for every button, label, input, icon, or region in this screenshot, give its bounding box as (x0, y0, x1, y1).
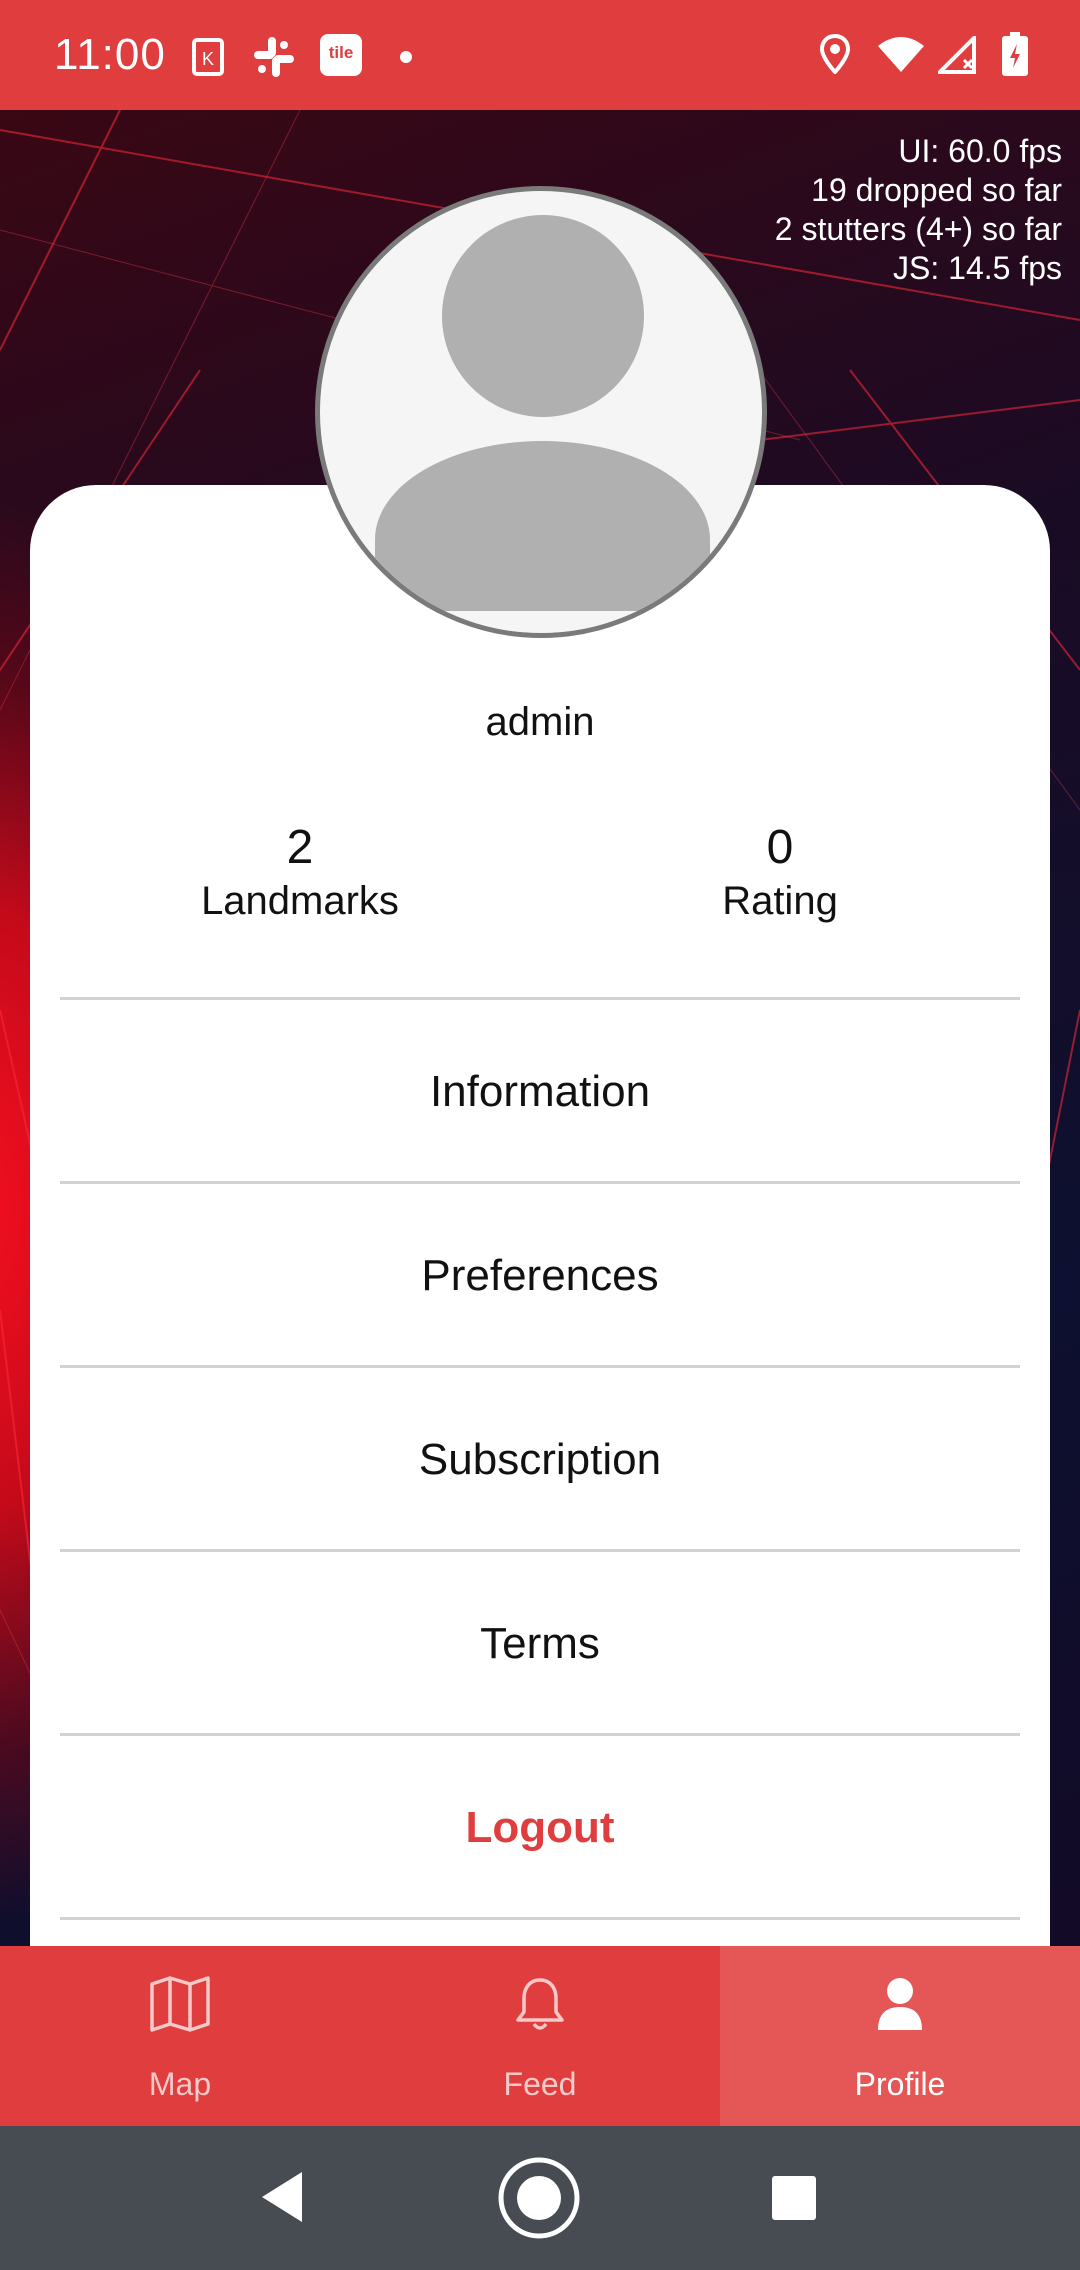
status-time: 11:00 (54, 30, 166, 79)
menu-item-label: Logout (465, 1802, 615, 1852)
stat-landmarks-label: Landmarks (201, 879, 399, 923)
tab-profile-label: Profile (854, 2066, 946, 2102)
menu-item-information[interactable]: Information (60, 997, 1020, 1183)
fps-dropped: 19 dropped so far (811, 172, 1062, 208)
menu-item-terms[interactable]: Terms (60, 1549, 1020, 1735)
avatar-head-shape (442, 215, 644, 417)
menu-item-label: Terms (480, 1618, 600, 1668)
person-icon (876, 1976, 924, 2037)
username: admin (485, 700, 595, 744)
kindle-icon: K (192, 38, 224, 81)
avatar-body-shape (375, 441, 710, 633)
stat-rating-value: 0 (766, 821, 794, 874)
logout-button[interactable]: Logout (60, 1733, 1020, 1919)
menu-divider (60, 1917, 1020, 1920)
menu-item-label: Preferences (421, 1250, 659, 1300)
fps-ui: UI: 60.0 fps (898, 133, 1062, 169)
wifi-icon (876, 36, 926, 79)
stat-rating: 0 Rating (630, 820, 930, 926)
status-bar: 11:00 K tile (0, 0, 1080, 110)
bottom-tab-bar: Map Feed Profile (0, 1946, 1080, 2126)
bell-icon (515, 1976, 565, 2039)
fps-stutters: 2 stutters (4+) so far (774, 211, 1062, 247)
svg-text:K: K (202, 49, 214, 69)
dot-icon (400, 50, 412, 68)
tab-feed[interactable]: Feed (360, 1946, 720, 2126)
fps-js: JS: 14.5 fps (893, 250, 1062, 286)
battery-icon (1002, 32, 1028, 81)
recents-icon[interactable] (770, 2174, 818, 2227)
tab-map-label: Map (148, 2066, 212, 2102)
tile-icon: tile (320, 34, 362, 81)
menu-item-label: Information (429, 1066, 651, 1116)
tab-map[interactable]: Map (0, 1946, 360, 2126)
menu-item-subscription[interactable]: Subscription (60, 1365, 1020, 1551)
stat-landmarks-value: 2 (286, 821, 314, 874)
tile-icon-label: tile (328, 43, 354, 62)
slack-icon (252, 35, 296, 84)
fps-overlay: UI: 60.0 fps 19 dropped so far 2 stutter… (775, 132, 1062, 288)
home-icon[interactable] (497, 2156, 581, 2245)
stat-rating-label: Rating (722, 879, 838, 923)
avatar[interactable] (315, 186, 767, 638)
location-icon (819, 33, 851, 79)
menu-item-preferences[interactable]: Preferences (60, 1181, 1020, 1367)
map-icon (149, 1976, 211, 2037)
menu-item-label: Subscription (418, 1434, 662, 1484)
stat-landmarks: 2 Landmarks (150, 820, 450, 926)
signal-icon (935, 33, 978, 79)
tab-feed-label: Feed (503, 2066, 577, 2102)
tab-profile[interactable]: Profile (720, 1946, 1080, 2126)
system-nav-bar (0, 2126, 1080, 2270)
back-icon[interactable] (258, 2170, 306, 2229)
